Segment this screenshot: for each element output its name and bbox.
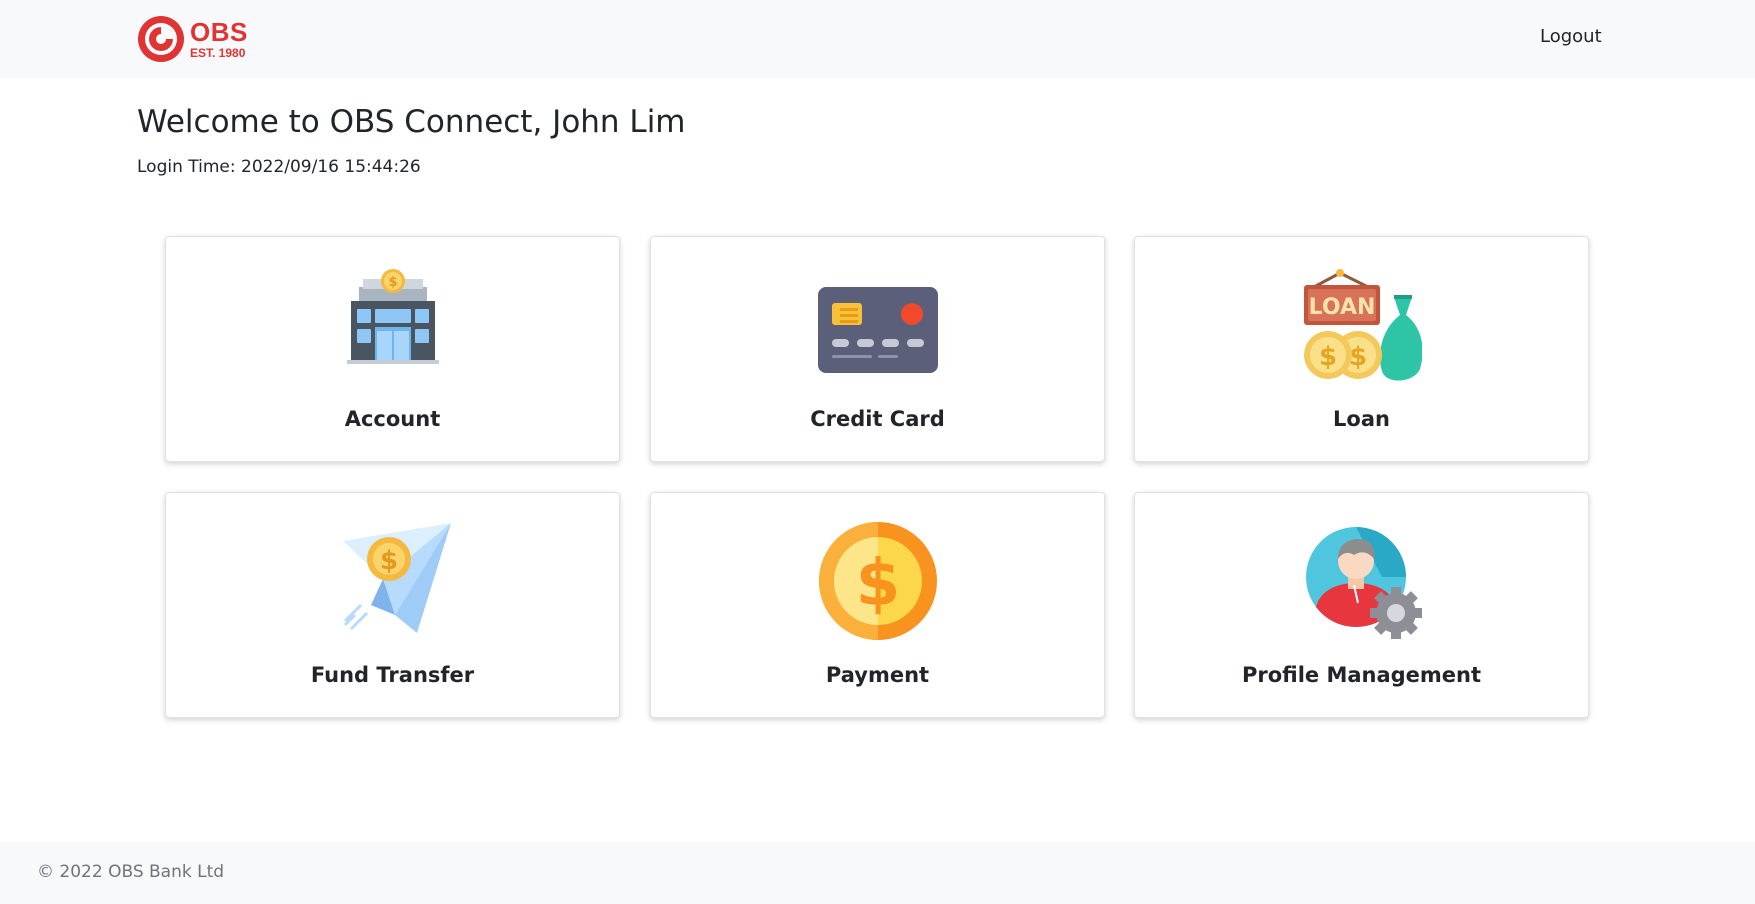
user-gear-icon bbox=[1306, 527, 1422, 639]
dollar-coin-icon: $ bbox=[819, 522, 937, 640]
logo-established: EST. 1980 bbox=[190, 46, 246, 60]
obs-logo-icon bbox=[138, 16, 184, 62]
tile-payment[interactable]: $ Payment bbox=[650, 492, 1105, 718]
tile-loan[interactable]: LOAN $ $ Loan bbox=[1134, 236, 1589, 462]
tile-payment-label: Payment bbox=[825, 663, 930, 687]
tile-profile-management-label: Profile Management bbox=[1241, 663, 1482, 687]
tile-credit-card[interactable]: Credit Card bbox=[650, 236, 1105, 462]
tile-profile-management[interactable]: Profile Management bbox=[1134, 492, 1589, 718]
svg-text:$: $ bbox=[856, 547, 901, 621]
tile-fund-transfer-label: Fund Transfer bbox=[310, 663, 475, 687]
tile-account[interactable]: $ Account bbox=[165, 236, 620, 462]
svg-text:$: $ bbox=[388, 275, 397, 290]
credit-card-icon bbox=[818, 287, 938, 373]
tile-loan-label: Loan bbox=[1333, 407, 1390, 431]
copyright-text: © 2022 OBS Bank Ltd bbox=[37, 862, 225, 882]
svg-text:$: $ bbox=[380, 546, 398, 576]
paper-plane-coin-icon: $ bbox=[343, 523, 451, 633]
top-navbar: OBS EST. 1980 Logout bbox=[0, 0, 1755, 78]
tile-credit-card-label: Credit Card bbox=[810, 407, 945, 431]
welcome-heading: Welcome to OBS Connect, John Lim bbox=[137, 104, 686, 140]
logo-brand: OBS bbox=[190, 17, 248, 47]
footer: © 2022 OBS Bank Ltd bbox=[0, 842, 1755, 904]
svg-text:$: $ bbox=[1319, 342, 1337, 372]
tile-fund-transfer[interactable]: $ Fund Transfer bbox=[165, 492, 620, 718]
tile-account-label: Account bbox=[344, 407, 441, 431]
logout-link[interactable]: Logout bbox=[1540, 26, 1602, 47]
svg-text:LOAN: LOAN bbox=[1309, 295, 1376, 320]
bank-building-icon: $ bbox=[347, 269, 439, 364]
login-time: Login Time: 2022/09/16 15:44:26 bbox=[137, 157, 421, 177]
obs-logo[interactable]: OBS EST. 1980 bbox=[136, 14, 256, 64]
logo-text: OBS EST. 1980 bbox=[190, 19, 248, 59]
loan-sign-money-bag-icon: LOAN $ $ bbox=[1304, 269, 1422, 381]
